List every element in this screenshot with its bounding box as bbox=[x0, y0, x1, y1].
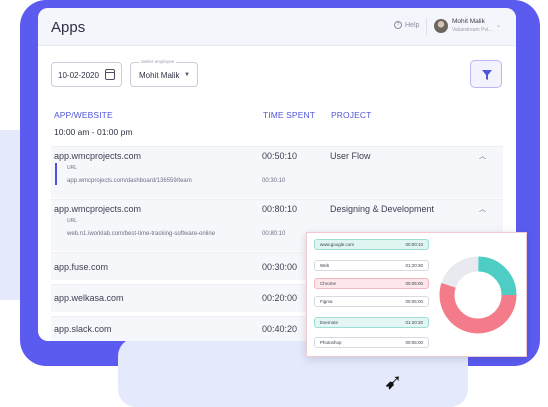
project-name: User Flow bbox=[330, 151, 371, 161]
app-name: app.fuse.com bbox=[54, 262, 109, 272]
help-icon: ? bbox=[394, 21, 402, 29]
usage-donut-chart bbox=[439, 256, 517, 334]
usage-overlay-card: www.google.com 00:00:10 Web 01:20:30 Chrome 0… bbox=[306, 232, 527, 357]
usage-app-time: 01:20:30 bbox=[405, 263, 423, 268]
app-name: app.slack.com bbox=[54, 324, 112, 334]
help-label: Help bbox=[405, 21, 420, 29]
usage-app-name: Evernote bbox=[320, 320, 339, 325]
usage-app-name: Chrome bbox=[320, 281, 337, 286]
filter-icon bbox=[482, 70, 492, 80]
usage-app-time: 00:05:00 bbox=[405, 299, 423, 304]
time-spent: 00:40:20 bbox=[262, 324, 298, 334]
usage-app-time: 00:00:10 bbox=[405, 242, 423, 247]
time-range: 10:00 am - 01:00 pm bbox=[54, 127, 133, 137]
date-picker[interactable]: 10-02-2020 bbox=[51, 62, 122, 87]
card-header: Apps ? Help Mohit Malik Valuestream Pvt.… bbox=[38, 8, 516, 46]
url-label: URL bbox=[67, 218, 78, 224]
column-header-app: APP/WEBSITE bbox=[54, 110, 113, 120]
url-value[interactable]: app.wmcprojects.com/dashboard/136559/tea… bbox=[67, 178, 192, 184]
usage-app-name: Figma bbox=[320, 299, 333, 304]
project-name: Designing & Development bbox=[330, 204, 435, 214]
url-time: 00:80:10 bbox=[262, 231, 286, 237]
time-spent: 00:30:00 bbox=[262, 262, 298, 272]
usage-list-item[interactable]: www.google.com 00:00:10 bbox=[314, 239, 429, 250]
chevron-up-icon[interactable]: ︿ bbox=[479, 151, 486, 161]
chevron-up-icon[interactable]: ︿ bbox=[479, 204, 486, 214]
help-link[interactable]: ? Help bbox=[394, 21, 419, 29]
cursor-icon: ➹ bbox=[384, 370, 403, 395]
date-value: 10-02-2020 bbox=[58, 71, 99, 80]
time-spent: 00:20:00 bbox=[262, 293, 298, 303]
usage-app-name: www.google.com bbox=[320, 242, 355, 247]
app-name: app.welkasa.com bbox=[54, 293, 124, 303]
usage-list-item[interactable]: Web 01:20:30 bbox=[314, 260, 429, 271]
time-spent: 00:50:10 bbox=[262, 151, 298, 161]
url-value[interactable]: web.n1.iworklab.com/best-time-tracking-s… bbox=[67, 231, 215, 237]
filter-button[interactable] bbox=[470, 60, 502, 88]
page-title: Apps bbox=[51, 19, 86, 36]
usage-list-item[interactable]: Chrome 00:05:00 bbox=[314, 278, 429, 289]
header-divider bbox=[426, 18, 427, 36]
employee-select-value: Mohit Malik bbox=[139, 71, 180, 80]
time-spent: 00:80:10 bbox=[262, 204, 298, 214]
usage-list-item[interactable]: Photoshop 00:05:00 bbox=[314, 337, 429, 348]
user-org: Valuestream Pvt... bbox=[452, 27, 493, 33]
table-row[interactable]: app.wmcprojects.com 00:50:10 User Flow ︿… bbox=[51, 146, 503, 198]
usage-list-item[interactable]: Evernote 01:20:30 bbox=[314, 317, 429, 328]
stage: ➹ Apps ? Help Mohit Malik Valuestream Pv… bbox=[0, 0, 548, 407]
calendar-icon[interactable] bbox=[105, 69, 115, 80]
employee-select[interactable]: Select employee Mohit Malik ▼ bbox=[130, 59, 198, 87]
employee-select-label: Select employee bbox=[139, 59, 177, 64]
user-name[interactable]: Mohit Malik bbox=[452, 18, 485, 25]
column-header-time: TIME SPENT bbox=[263, 110, 316, 120]
chevron-down-icon[interactable]: ⌄ bbox=[496, 22, 501, 29]
caret-down-icon: ▼ bbox=[184, 72, 190, 78]
usage-app-time: 01:20:30 bbox=[405, 320, 423, 325]
app-name: app.wmcprojects.com bbox=[54, 204, 142, 214]
usage-app-name: Web bbox=[320, 263, 330, 268]
avatar[interactable] bbox=[434, 19, 448, 33]
column-header-project: PROJECT bbox=[331, 110, 372, 120]
usage-app-name: Photoshop bbox=[320, 340, 342, 345]
usage-app-time: 00:05:00 bbox=[405, 281, 423, 286]
url-time: 00:30:10 bbox=[262, 178, 286, 184]
app-name: app.wmcprojects.com bbox=[54, 151, 142, 161]
url-indicator bbox=[55, 163, 57, 185]
usage-list-item[interactable]: Figma 00:05:00 bbox=[314, 296, 429, 307]
usage-app-time: 00:05:00 bbox=[405, 340, 423, 345]
url-label: URL bbox=[67, 165, 78, 171]
